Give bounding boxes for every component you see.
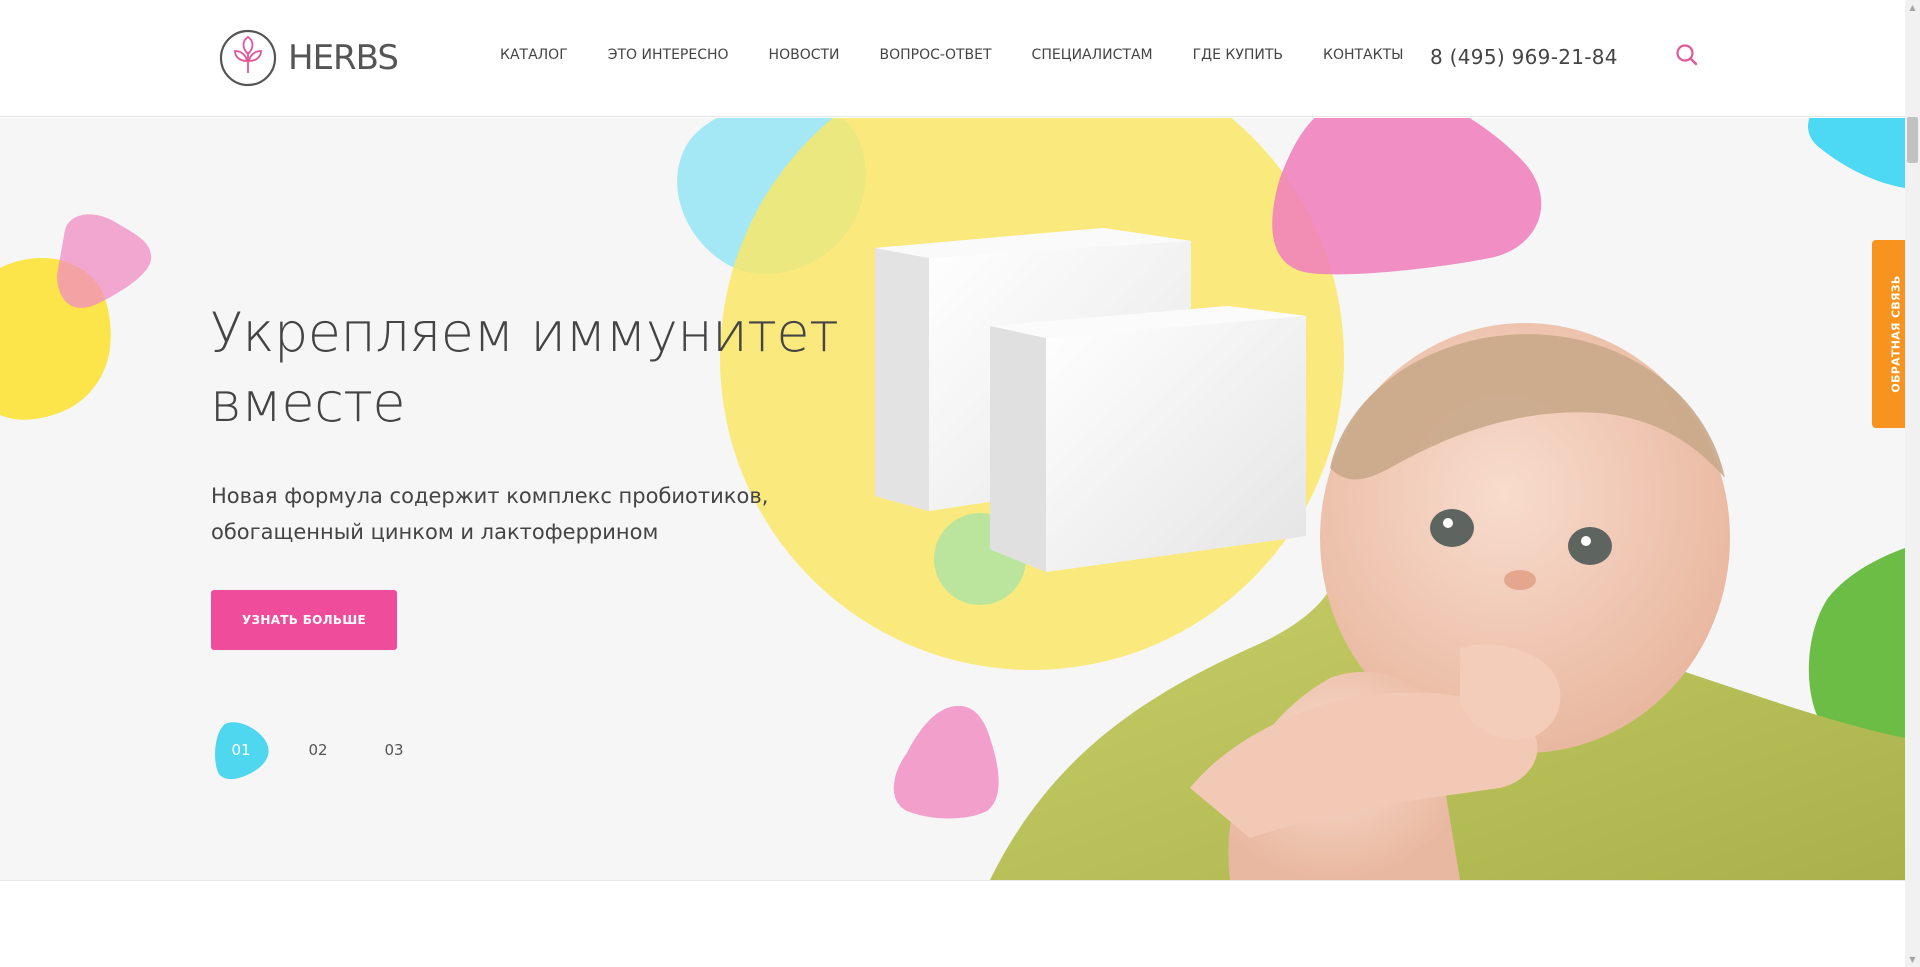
scroll-thumb[interactable] (1907, 117, 1918, 163)
logo[interactable]: HERBS (218, 28, 399, 88)
slide-dot-2[interactable]: 02 (288, 720, 348, 780)
feedback-label: Обратная связь (1889, 275, 1903, 393)
slide-label-3: 03 (384, 741, 404, 759)
nav-specialists[interactable]: Специалистам (1032, 47, 1153, 63)
phone-number[interactable]: 8 (495) 969-21-84 (1430, 45, 1618, 69)
nav-catalog[interactable]: Каталог (500, 47, 568, 63)
hero-subtitle: Новая формула содержит комплекс пробиоти… (211, 484, 769, 544)
herbs-logo-icon (219, 29, 277, 87)
nav-contacts[interactable]: Контакты (1323, 47, 1403, 63)
slide-dot-1[interactable]: 01 (211, 720, 271, 780)
logo-text: HERBS (288, 38, 399, 78)
slide-label-2: 02 (308, 741, 328, 759)
site-header: HERBS Каталог Это интересно Новости Вопр… (0, 0, 1905, 117)
decor-pink-left-shape (57, 214, 152, 308)
learn-more-button[interactable]: Узнать больше (211, 590, 397, 650)
content-section (0, 880, 1905, 967)
nav-faq[interactable]: Вопрос-ответ (880, 47, 992, 63)
baby-photo (990, 323, 1905, 880)
hero-title: Укрепляем иммунитет вместе (210, 301, 839, 434)
scrollbar[interactable]: ▲ ▼ (1905, 0, 1920, 967)
search-icon[interactable] (1674, 42, 1700, 68)
nav-interesting[interactable]: Это интересно (608, 47, 729, 63)
scroll-down-arrow-icon[interactable]: ▼ (1905, 952, 1920, 967)
slide-dot-3[interactable]: 03 (364, 720, 424, 780)
nav-where-to-buy[interactable]: Где купить (1193, 47, 1283, 63)
main-nav: Каталог Это интересно Новости Вопрос-отв… (500, 47, 1443, 63)
slide-label-1: 01 (231, 741, 251, 759)
decor-pink-top-shape (1272, 118, 1542, 275)
decor-cyan-right-shape (1808, 118, 1905, 188)
nav-news[interactable]: Новости (769, 47, 840, 63)
scroll-up-arrow-icon[interactable]: ▲ (1905, 0, 1920, 15)
